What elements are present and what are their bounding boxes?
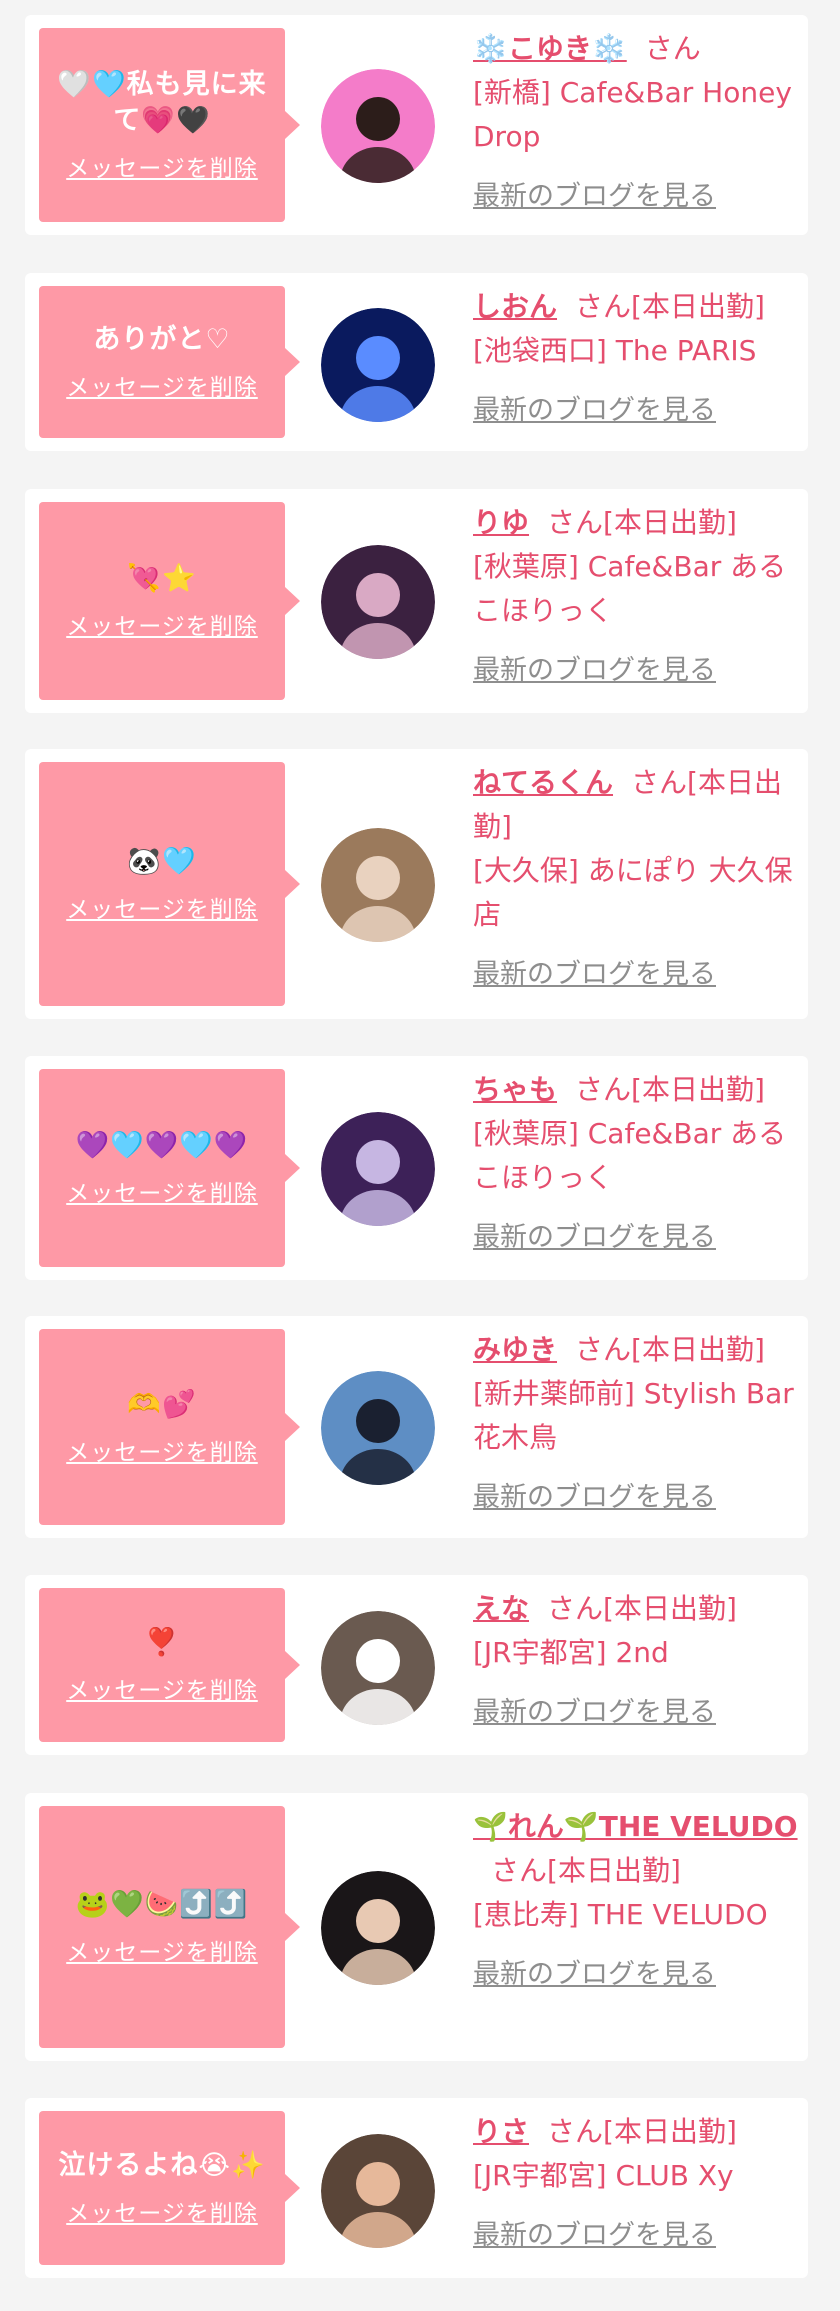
attendance-status: [本日出勤]	[547, 1854, 681, 1887]
latest-blog-link[interactable]: 最新のブログを見る	[473, 389, 803, 433]
message-card: 🫶💕 メッセージを削除 みゆき さん[本日出勤] [新井薬師前] Stylish Bar…	[25, 1316, 808, 1538]
message-text: ❣️	[144, 1627, 180, 1658]
latest-blog-link[interactable]: 最新のブログを見る	[473, 953, 803, 997]
latest-blog-link[interactable]: 最新のブログを見る	[473, 649, 803, 693]
attendance-status: [本日出勤]	[631, 1333, 765, 1366]
message-card: 🤍🩵私も見に来て💗🖤 メッセージを削除 ❄️こゆき❄️ さん [新橋] Cafe&Bar…	[25, 15, 808, 235]
message-card: ありがと♡ メッセージを削除 しおん さん[本日出勤] [池袋西口] The PARIS…	[25, 273, 808, 451]
message-bubble: 🤍🩵私も見に来て💗🖤 メッセージを削除	[39, 28, 300, 222]
delete-message-link[interactable]: メッセージを削除	[66, 1174, 258, 1208]
message-card: 泣けるよね😭✨ メッセージを削除 りさ さん[本日出勤] [JR宇都宮] CLUB Xy…	[25, 2098, 808, 2278]
latest-blog-link[interactable]: 最新のブログを見る	[473, 175, 803, 219]
shop-name: [新橋] Cafe&Bar Honey Drop	[473, 76, 792, 153]
delete-message-link[interactable]: メッセージを削除	[66, 1433, 258, 1467]
latest-blog-link[interactable]: 最新のブログを見る	[473, 1691, 803, 1735]
cast-name-link[interactable]: りさ	[473, 2115, 529, 2148]
message-list: 🤍🩵私も見に来て💗🖤 メッセージを削除 ❄️こゆき❄️ さん [新橋] Cafe&Bar…	[0, 0, 840, 2311]
avatar[interactable]	[321, 1371, 435, 1485]
message-card: 💜🩵💜🩵💜 メッセージを削除 ちゃも さん[本日出勤] [秋葉原] Cafe&Bar あ…	[25, 1056, 808, 1280]
cast-info: ❄️こゆき❄️ さん [新橋] Cafe&Bar Honey Drop 最新のブログを…	[473, 27, 803, 219]
cast-name-link[interactable]: ちゃも	[473, 1073, 557, 1106]
avatar[interactable]	[321, 1871, 435, 1985]
message-text: 🐸💚🍉⤴️⤴️	[75, 1889, 249, 1920]
honorific-label: さん	[575, 1333, 632, 1366]
message-text: 🤍🩵私も見に来て💗🖤	[57, 69, 267, 136]
shop-name: [大久保] あにぽり 大久保店	[473, 854, 793, 931]
delete-message-link[interactable]: メッセージを削除	[66, 1933, 258, 1967]
message-bubble: 🐸💚🍉⤴️⤴️ メッセージを削除	[39, 1806, 300, 2048]
message-card: 🐸💚🍉⤴️⤴️ メッセージを削除 🌱れん🌱THE VELUDO さん[本日出勤] [恵比…	[25, 1793, 808, 2061]
latest-blog-link[interactable]: 最新のブログを見る	[473, 2214, 803, 2258]
delete-message-link[interactable]: メッセージを削除	[66, 368, 258, 402]
delete-message-link[interactable]: メッセージを削除	[66, 607, 258, 641]
cast-info: ちゃも さん[本日出勤] [秋葉原] Cafe&Bar あるこほりっく最新のブログを…	[473, 1068, 803, 1260]
cast-info: りゆ さん[本日出勤] [秋葉原] Cafe&Bar あるこほりっく最新のブログを見…	[473, 501, 803, 693]
message-text: 泣けるよね😭✨	[58, 2150, 266, 2181]
avatar[interactable]	[321, 2134, 435, 2248]
delete-message-link[interactable]: メッセージを削除	[66, 149, 258, 183]
message-text: 💜🩵💜🩵💜	[75, 1130, 249, 1161]
honorific-label: さん	[547, 1592, 604, 1625]
avatar[interactable]	[321, 1112, 435, 1226]
cast-name-link[interactable]: りゆ	[473, 506, 529, 539]
delete-message-link[interactable]: メッセージを削除	[66, 2194, 258, 2228]
message-bubble: ❣️ メッセージを削除	[39, 1588, 300, 1742]
avatar[interactable]	[321, 1611, 435, 1725]
honorific-label: さん	[575, 1073, 632, 1106]
message-text: ありがと♡	[93, 324, 231, 355]
cast-info: 🌱れん🌱THE VELUDO さん[本日出勤] [恵比寿] THE VELUDO 最新…	[473, 1805, 803, 1997]
latest-blog-link[interactable]: 最新のブログを見る	[473, 1476, 803, 1520]
honorific-label: さん	[547, 506, 604, 539]
attendance-status: [本日出勤]	[603, 1592, 737, 1625]
avatar[interactable]	[321, 69, 435, 183]
honorific-label: さん	[575, 290, 632, 323]
cast-name-link[interactable]: しおん	[473, 290, 557, 323]
attendance-status: [本日出勤]	[631, 1073, 765, 1106]
shop-name: [池袋西口] The PARIS	[473, 334, 757, 367]
honorific-label: さん	[644, 32, 701, 65]
attendance-status: [本日出勤]	[603, 506, 737, 539]
avatar[interactable]	[321, 308, 435, 422]
cast-info: みゆき さん[本日出勤] [新井薬師前] Stylish Bar 花木鳥最新のブログ…	[473, 1328, 803, 1520]
delete-message-link[interactable]: メッセージを削除	[66, 1671, 258, 1705]
cast-info: しおん さん[本日出勤] [池袋西口] The PARIS 最新のブログを見る	[473, 285, 803, 433]
message-bubble: 💘⭐️ メッセージを削除	[39, 502, 300, 700]
shop-name: [新井薬師前] Stylish Bar 花木鳥	[473, 1377, 794, 1454]
message-text: 🐼🩵	[127, 846, 197, 877]
latest-blog-link[interactable]: 最新のブログを見る	[473, 1953, 803, 1997]
message-text: 💘⭐️	[127, 563, 197, 594]
attendance-status: [本日出勤]	[603, 2115, 737, 2148]
avatar[interactable]	[321, 828, 435, 942]
message-text: 🫶💕	[127, 1389, 197, 1420]
cast-name-link[interactable]: えな	[473, 1592, 529, 1625]
honorific-label: さん	[631, 766, 688, 799]
message-bubble: 🫶💕 メッセージを削除	[39, 1329, 300, 1525]
cast-name-link[interactable]: ❄️こゆき❄️	[473, 32, 627, 65]
message-card: 🐼🩵 メッセージを削除 ねてるくん さん[本日出勤] [大久保] あにぽり 大久保店 最新…	[25, 749, 808, 1019]
latest-blog-link[interactable]: 最新のブログを見る	[473, 1216, 803, 1260]
cast-info: りさ さん[本日出勤] [JR宇都宮] CLUB Xy 最新のブログを見る	[473, 2110, 803, 2258]
message-bubble: 🐼🩵 メッセージを削除	[39, 762, 300, 1006]
message-card: 💘⭐️ メッセージを削除 りゆ さん[本日出勤] [秋葉原] Cafe&Bar あるこほ…	[25, 489, 808, 713]
message-card: ❣️ メッセージを削除 えな さん[本日出勤] [JR宇都宮] 2nd 最新のブログを見る	[25, 1575, 808, 1755]
cast-info: えな さん[本日出勤] [JR宇都宮] 2nd 最新のブログを見る	[473, 1587, 803, 1735]
avatar[interactable]	[321, 545, 435, 659]
cast-name-link[interactable]: 🌱れん🌱THE VELUDO	[473, 1810, 798, 1843]
delete-message-link[interactable]: メッセージを削除	[66, 890, 258, 924]
cast-info: ねてるくん さん[本日出勤] [大久保] あにぽり 大久保店 最新のブログを見る	[473, 761, 803, 997]
honorific-label: さん	[547, 2115, 604, 2148]
message-bubble: 泣けるよね😭✨ メッセージを削除	[39, 2111, 300, 2265]
attendance-status: [本日出勤]	[631, 290, 765, 323]
message-bubble: ありがと♡ メッセージを削除	[39, 286, 300, 438]
shop-name: [JR宇都宮] CLUB Xy	[473, 2159, 734, 2192]
shop-name: [JR宇都宮] 2nd	[473, 1636, 669, 1669]
message-bubble: 💜🩵💜🩵💜 メッセージを削除	[39, 1069, 300, 1267]
shop-name: [秋葉原] Cafe&Bar あるこほりっく	[473, 1117, 787, 1194]
shop-name: [恵比寿] THE VELUDO	[473, 1898, 768, 1931]
cast-name-link[interactable]: ねてるくん	[473, 766, 613, 799]
cast-name-link[interactable]: みゆき	[473, 1333, 557, 1366]
honorific-label: さん	[491, 1854, 548, 1887]
shop-name: [秋葉原] Cafe&Bar あるこほりっく	[473, 550, 787, 627]
